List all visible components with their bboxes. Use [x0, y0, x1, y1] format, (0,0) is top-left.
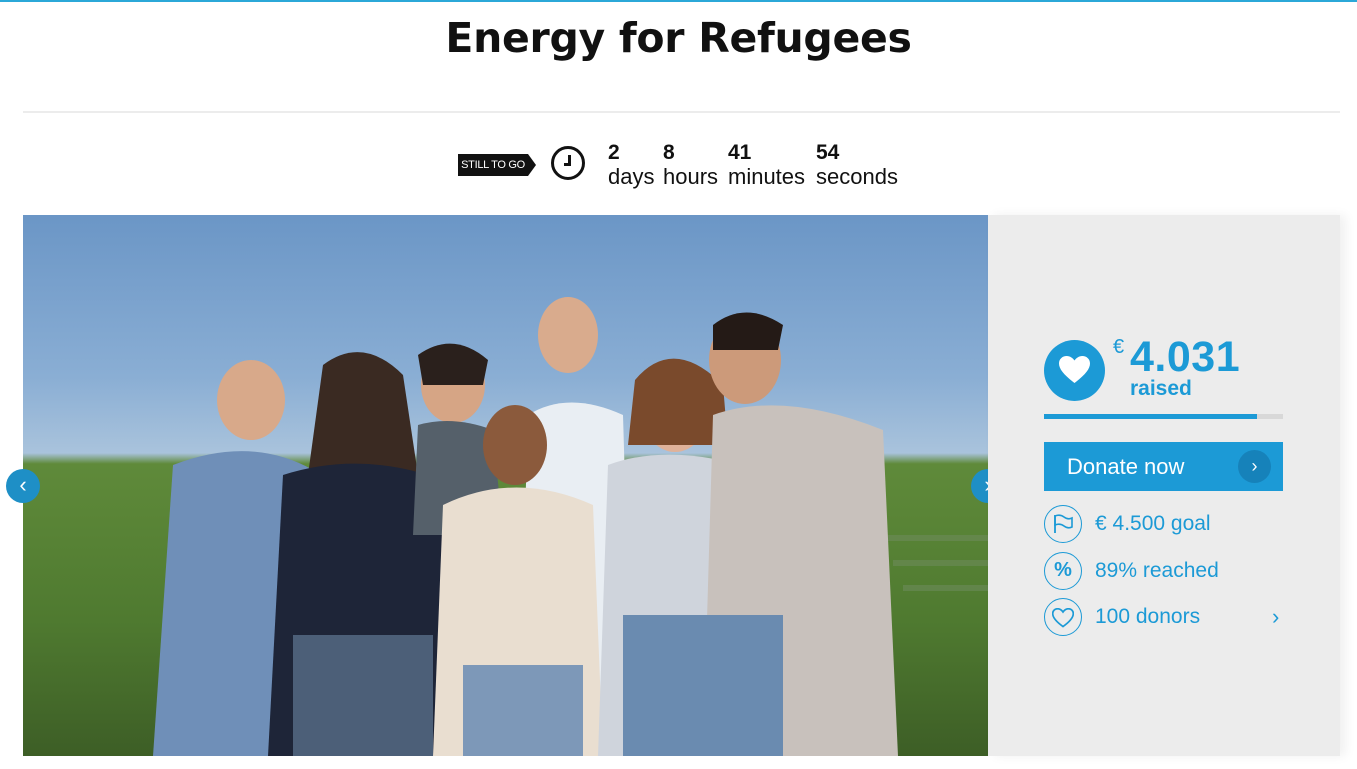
donate-now-button[interactable]: Donate now ›	[1044, 442, 1283, 491]
seconds-value: 54	[816, 141, 840, 164]
title-divider	[23, 111, 1340, 113]
heart-badge-icon	[1044, 340, 1105, 401]
donors-chevron-right-icon[interactable]: ›	[1272, 604, 1279, 630]
goal-text: € 4.500 goal	[1095, 512, 1211, 535]
hours-value: 8	[663, 141, 675, 164]
countdown-seconds: 54 seconds	[816, 141, 898, 189]
raised-amount: 4.031	[1130, 333, 1241, 381]
raised-label: raised	[1130, 377, 1192, 400]
page-title: Energy for Refugees	[445, 14, 912, 62]
flag-icon	[1044, 505, 1082, 543]
minutes-value: 41	[728, 141, 752, 164]
chevron-right-icon: ›	[1238, 450, 1271, 483]
days-value: 2	[608, 141, 620, 164]
progress-bar	[1044, 414, 1283, 419]
countdown-minutes: 41 minutes	[728, 141, 805, 189]
currency-symbol: €	[1113, 336, 1125, 358]
countdown-hours: 8 hours	[663, 141, 718, 189]
top-accent-line	[0, 0, 1357, 2]
countdown-days: 2 days	[608, 141, 654, 189]
chevron-left-icon: ‹	[19, 472, 27, 497]
campaign-photo	[23, 215, 988, 756]
progress-fill	[1044, 414, 1257, 419]
seconds-label: seconds	[816, 164, 898, 189]
days-label: days	[608, 164, 655, 189]
clock-icon	[551, 146, 585, 180]
minutes-label: minutes	[728, 164, 806, 189]
percent-icon: %	[1044, 552, 1082, 590]
reached-text: 89% reached	[1095, 559, 1219, 582]
donate-now-label: Donate now	[1067, 454, 1185, 479]
still-to-go-tag: STILL TO GO	[458, 154, 536, 176]
carousel-prev-button[interactable]: ‹	[6, 469, 40, 503]
hours-label: hours	[663, 164, 719, 189]
donors-text[interactable]: 100 donors	[1095, 605, 1200, 629]
heart-outline-icon	[1044, 598, 1082, 636]
